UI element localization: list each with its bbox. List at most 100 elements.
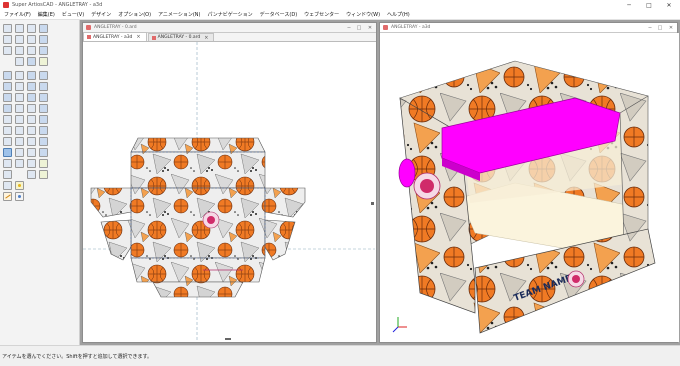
window-3d-titlebar[interactable]: ANGLETRAY - a3d ─ □ ✕ [380,23,677,33]
export-icon[interactable] [39,137,48,146]
import-icon[interactable] [39,148,48,157]
minimize-icon[interactable]: ─ [620,0,638,10]
3d-viewport[interactable]: TEAM NAME [380,33,679,342]
group-icon[interactable] [27,115,36,124]
shade-top-icon[interactable] [39,46,48,55]
tab-label: ANGLETRAY - a3d [93,34,133,40]
texture-icon[interactable] [15,148,24,157]
close-icon[interactable]: ✕ [366,23,374,33]
menu-bar: ファイル(F) 編集(E) ビュー(V) デザイン オプション(O) アニメーシ… [0,10,680,20]
mirror-icon[interactable] [27,148,36,157]
menu-design[interactable]: デザイン [91,11,111,18]
palette-icon[interactable] [27,170,36,179]
panel-tool-icon[interactable] [3,82,12,91]
maximize-icon[interactable]: □ [355,23,363,33]
orbit-icon[interactable] [27,24,36,33]
zoom-window-icon[interactable] [3,170,12,179]
zoom-selection-icon[interactable] [15,57,24,66]
menu-window[interactable]: ウィンドウ(W) [346,11,380,18]
status-bar: アイテムを選んでください。Shiftを押すと追加して選択できます。 [0,345,680,366]
menu-view[interactable]: ビュー(V) [62,11,84,18]
maximize-icon[interactable]: □ [640,0,658,10]
menu-webcenter[interactable]: ウェブセンター [304,11,339,18]
fold-tool-icon[interactable] [3,71,12,80]
view-iso-icon[interactable] [15,104,24,113]
copy-icon[interactable] [27,137,36,146]
unfold-all-icon[interactable] [39,82,48,91]
menu-edit[interactable]: 編集(E) [38,11,55,18]
tab-angletray-ard[interactable]: ANGLETRAY - 0.ard × [147,33,215,41]
record-icon[interactable] [39,104,48,113]
shade-cube-icon[interactable] [39,24,48,33]
status-text: アイテムを選んでください。Shiftを押すと追加して選択できます。 [2,353,152,360]
play-icon[interactable] [39,115,48,124]
zoom-out-icon[interactable] [15,35,24,44]
menu-animation[interactable]: アニメーション(N) [158,11,200,18]
line-tool-icon[interactable] [3,46,12,55]
open-panel-icon[interactable] [3,93,12,102]
layer-icon[interactable] [27,104,36,113]
document-tabs: ANGLETRAY - a3d × ANGLETRAY - 0.ard × [83,32,376,42]
window-3d: ANGLETRAY - a3d ─ □ ✕ TEAM NAME [379,22,679,343]
maximize-icon[interactable]: □ [656,23,664,33]
dieline-canvas[interactable] [83,42,375,342]
view-side-icon[interactable] [15,93,24,102]
close-icon[interactable]: ✕ [667,23,675,33]
zoom-fit-icon[interactable] [15,46,24,55]
snap-icon[interactable] [39,170,48,179]
axis-gizmo [392,317,407,333]
measure-icon[interactable] [3,137,12,146]
gear-icon[interactable] [15,192,24,201]
flat-layout-drawing [83,42,375,342]
menu-database[interactable]: データベース(D) [260,11,298,18]
menu-options[interactable]: オプション(O) [118,11,151,18]
grid-icon[interactable] [39,159,48,168]
tab-close-icon[interactable]: × [204,35,208,41]
close-panel-icon[interactable] [3,104,12,113]
window-title: Super ArtiosCAD - ANGLETRAY - a3d [12,2,103,8]
rotate-view-icon[interactable] [3,148,12,157]
view-back-icon[interactable] [15,115,24,124]
minimize-icon[interactable]: ─ [345,23,353,33]
box-icon[interactable] [27,57,36,66]
box-3d-model: TEAM NAME [392,60,656,334]
cylinder-icon[interactable] [27,93,36,102]
view-front-icon[interactable] [15,71,24,80]
document-icon [151,35,156,40]
pan-icon[interactable] [3,159,12,168]
camera-icon[interactable] [3,115,12,124]
zoom-icon[interactable] [3,181,12,190]
lock-icon[interactable] [39,57,48,66]
edit-point-icon[interactable] [3,35,12,44]
tab-close-icon[interactable]: × [136,34,140,40]
section-icon[interactable] [15,159,24,168]
title-bar: Super ArtiosCAD - ANGLETRAY - a3d ─ □ ✕ [0,0,680,10]
shaded-icon[interactable] [15,137,24,146]
document-icon [383,25,388,30]
zoom-in-icon[interactable] [15,24,24,33]
mdi-workspace: ANGLETRAY - 0.ard ─ □ ✕ ANGLETRAY - a3d … [80,20,680,345]
menu-file[interactable]: ファイル(F) [4,11,31,18]
cube-icon[interactable] [27,82,36,91]
tab-angletray-a3d[interactable]: ANGLETRAY - a3d × [83,32,147,41]
solid-icon[interactable] [27,71,36,80]
walk-icon[interactable] [27,35,36,44]
collision-icon[interactable] [39,126,48,135]
array-icon[interactable] [27,159,36,168]
menu-pan-navigation[interactable]: パンナビゲーション [207,11,252,18]
fly-icon[interactable] [27,46,36,55]
menu-help[interactable]: ヘルプ(H) [387,11,410,18]
animate-icon[interactable] [39,93,48,102]
close-icon[interactable]: ✕ [660,0,678,10]
shade-front-icon[interactable] [39,35,48,44]
light-icon[interactable] [3,126,12,135]
view-top-icon[interactable] [15,82,24,91]
ungroup-icon[interactable] [27,126,36,135]
ruler-icon[interactable] [3,192,12,201]
document-icon [86,25,91,30]
select-arrow-icon[interactable] [3,24,12,33]
wireframe-icon[interactable] [15,126,24,135]
minimize-icon[interactable]: ─ [646,23,654,33]
bulb-icon[interactable] [15,181,24,190]
fold-all-icon[interactable] [39,71,48,80]
